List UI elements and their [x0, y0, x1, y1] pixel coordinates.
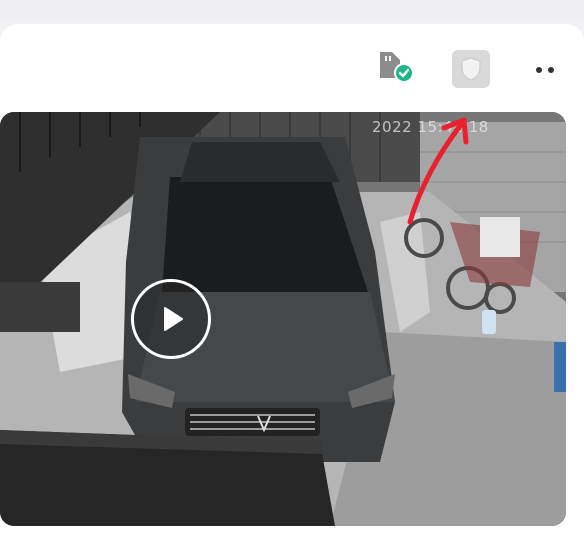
top-strip: [0, 0, 584, 22]
camera-video-preview[interactable]: [0, 112, 566, 526]
more-options-icon[interactable]: [526, 56, 566, 84]
red-annotation-arrow: [407, 117, 469, 225]
privacy-shield-icon[interactable]: [450, 48, 492, 90]
card-right-edge: [566, 112, 584, 536]
sd-card-status-icon[interactable]: [376, 48, 416, 88]
play-button[interactable]: [131, 279, 211, 359]
play-icon: [164, 307, 183, 331]
camera-scene: [0, 112, 566, 526]
